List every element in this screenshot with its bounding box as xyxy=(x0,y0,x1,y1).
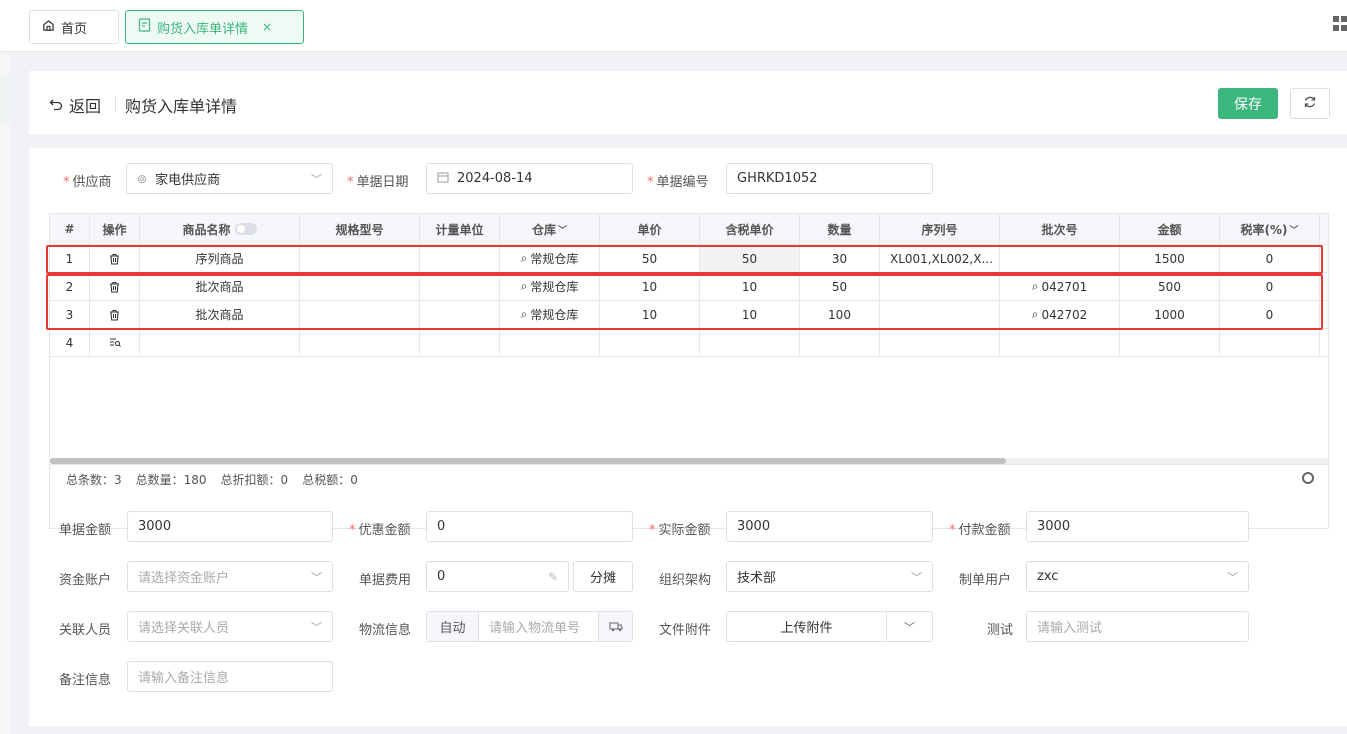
account-label: 资金账户 xyxy=(59,573,112,588)
tab-home[interactable]: 首页 xyxy=(29,10,119,44)
doc-amount-input[interactable]: 3000 xyxy=(127,511,333,542)
highlight-box xyxy=(46,274,1323,330)
highlight-box xyxy=(46,245,1323,274)
date-label: * 单据日期 xyxy=(347,175,409,190)
logistics-label: 物流信息 xyxy=(359,623,412,638)
tab-purchase-detail[interactable]: 购货入库单详情 × xyxy=(125,10,304,44)
main-form: * 供应商 ⊚ 家电供应商 ﹀ * 单据日期 2024-08-14 * 单据编号 GH… xyxy=(29,148,1347,726)
chevron-down-icon: ﹀ xyxy=(311,172,322,186)
page-title: 购货入库单详情 xyxy=(125,97,238,116)
summary-tax: 总税额：0 xyxy=(302,473,358,487)
doc-no-input[interactable]: GHRKD1052 xyxy=(726,163,933,194)
logistics-auto-button[interactable]: 自动 xyxy=(427,612,479,641)
tab-bar: 首页 购货入库单详情 × xyxy=(0,0,1347,52)
maker-label: 制单用户 xyxy=(959,573,1012,588)
summary-discount: 总折扣额：0 xyxy=(220,473,289,487)
table-summary: 总条数：3 总数量：180 总折扣额：0 总税额：0 xyxy=(50,464,1328,494)
col-amount: 金额 xyxy=(1120,214,1220,245)
toggle-switch[interactable] xyxy=(234,223,257,235)
chevron-down-icon: ﹀ xyxy=(558,225,568,236)
discount-input[interactable]: 0 xyxy=(426,511,633,542)
close-icon[interactable]: × xyxy=(262,20,272,34)
summary-count: 总条数：3 xyxy=(66,473,122,487)
chevron-down-icon: ﹀ xyxy=(311,620,322,634)
test-label: 测试 xyxy=(987,623,1014,638)
chevron-down-icon: ﹀ xyxy=(1289,225,1299,236)
link-icon: ⊚ xyxy=(137,171,148,186)
date-picker[interactable]: 2024-08-14 xyxy=(426,163,633,194)
col-serial: 序列号 xyxy=(880,214,1000,245)
supplier-label: * 供应商 xyxy=(63,175,112,190)
remark-input[interactable]: 请输入备注信息 xyxy=(127,661,333,692)
undo-arrow-icon xyxy=(49,96,63,115)
col-index: # xyxy=(50,214,90,245)
table-header: # 操作 商品名称 规格型号 计量单位 仓库 ﹀ 单价 含税单价 数量 序列号 批… xyxy=(50,214,1328,245)
row-index: 4 xyxy=(50,329,90,357)
upload-button[interactable]: 上传附件 xyxy=(727,617,886,636)
file-label: 文件附件 xyxy=(659,623,712,638)
discount-label: * 优惠金额 xyxy=(349,523,411,538)
tab-home-label: 首页 xyxy=(61,21,88,37)
actual-amount-input[interactable]: 3000 xyxy=(726,511,933,542)
col-price: 单价 xyxy=(600,214,700,245)
home-icon xyxy=(42,19,55,36)
pay-amount-input[interactable]: 3000 xyxy=(1026,511,1249,542)
upload-group: 上传附件 ﹀ xyxy=(726,611,933,642)
col-batch: 批次号 xyxy=(1000,214,1120,245)
left-sidebar-edge xyxy=(0,52,10,734)
chevron-down-icon: ﹀ xyxy=(311,570,322,584)
select-product-icon[interactable] xyxy=(90,329,140,357)
logistics-input-group: 自动 请输入物流单号 xyxy=(426,611,633,642)
divider xyxy=(115,97,116,111)
product-name-cell[interactable] xyxy=(140,329,300,357)
col-tax-price: 含税单价 xyxy=(700,214,800,245)
page-header: 返回 购货入库单详情 保存 xyxy=(29,71,1347,134)
col-quantity: 数量 xyxy=(800,214,880,245)
refresh-icon xyxy=(1303,95,1317,113)
org-label: 组织架构 xyxy=(659,573,712,588)
col-action: 操作 xyxy=(90,214,140,245)
col-warehouse[interactable]: 仓库 ﹀ xyxy=(500,214,600,245)
table-row: 4 xyxy=(50,329,1328,357)
pay-amount-label: * 付款金额 xyxy=(949,523,1011,538)
chevron-down-icon: ﹀ xyxy=(911,570,922,584)
col-product-name: 商品名称 xyxy=(140,214,300,245)
split-button[interactable]: 分摊 xyxy=(573,561,633,592)
person-label: 关联人员 xyxy=(59,623,112,638)
col-unit: 计量单位 xyxy=(420,214,500,245)
logistics-input[interactable]: 请输入物流单号 xyxy=(479,617,598,636)
refresh-button[interactable] xyxy=(1290,88,1330,119)
maker-select[interactable]: zxc ﹀ xyxy=(1026,561,1249,592)
person-select[interactable]: 请选择关联人员 ﹀ xyxy=(127,611,333,642)
back-button[interactable]: 返回 xyxy=(49,93,101,117)
tab-purchase-detail-label: 购货入库单详情 xyxy=(157,21,249,37)
remark-label: 备注信息 xyxy=(59,673,112,688)
col-spec: 规格型号 xyxy=(300,214,420,245)
actual-amount-label: * 实际金额 xyxy=(649,523,711,538)
edit-icon[interactable]: ✎ xyxy=(548,570,558,584)
fee-input[interactable]: 0 ✎ xyxy=(426,561,569,592)
chevron-down-icon[interactable]: ﹀ xyxy=(886,612,932,641)
grid-menu-icon[interactable] xyxy=(1333,16,1347,32)
doc-amount-label: 单据金额 xyxy=(59,523,112,538)
back-label: 返回 xyxy=(69,97,102,116)
gear-icon[interactable] xyxy=(1302,472,1314,484)
summary-qty: 总数量：180 xyxy=(135,473,207,487)
test-input[interactable]: 请输入测试 xyxy=(1026,611,1249,642)
truck-icon[interactable] xyxy=(598,612,632,641)
calendar-icon xyxy=(437,171,449,186)
document-icon xyxy=(138,18,151,36)
account-select[interactable]: 请选择资金账户 ﹀ xyxy=(127,561,333,592)
col-tax-rate[interactable]: 税率(%) ﹀ xyxy=(1220,214,1320,245)
fee-label: 单据费用 xyxy=(359,573,412,588)
doc-no-label: * 单据编号 xyxy=(647,175,709,190)
chevron-down-icon: ﹀ xyxy=(1227,570,1238,584)
save-button[interactable]: 保存 xyxy=(1218,88,1278,119)
org-select[interactable]: 技术部 ﹀ xyxy=(726,561,933,592)
supplier-select[interactable]: ⊚ 家电供应商 ﹀ xyxy=(126,163,333,194)
